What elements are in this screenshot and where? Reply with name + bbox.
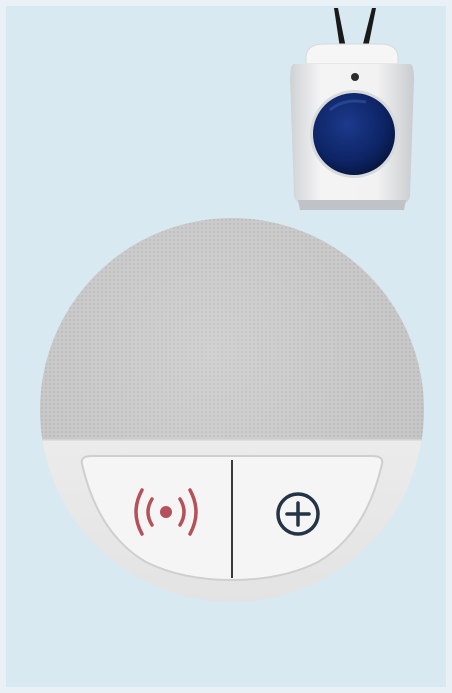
- lanyard-strap-left: [334, 8, 346, 48]
- lanyard-strap-right: [362, 8, 376, 48]
- pendant-indicator: [351, 73, 359, 81]
- pendant-device: [284, 0, 420, 218]
- hub-graphic: [40, 218, 424, 602]
- pendant-top: [305, 43, 399, 65]
- pendant-bottom-rim: [298, 200, 406, 210]
- image-frame: [0, 0, 452, 693]
- home-hub-device: [36, 214, 428, 606]
- pendant-graphic: [290, 8, 414, 210]
